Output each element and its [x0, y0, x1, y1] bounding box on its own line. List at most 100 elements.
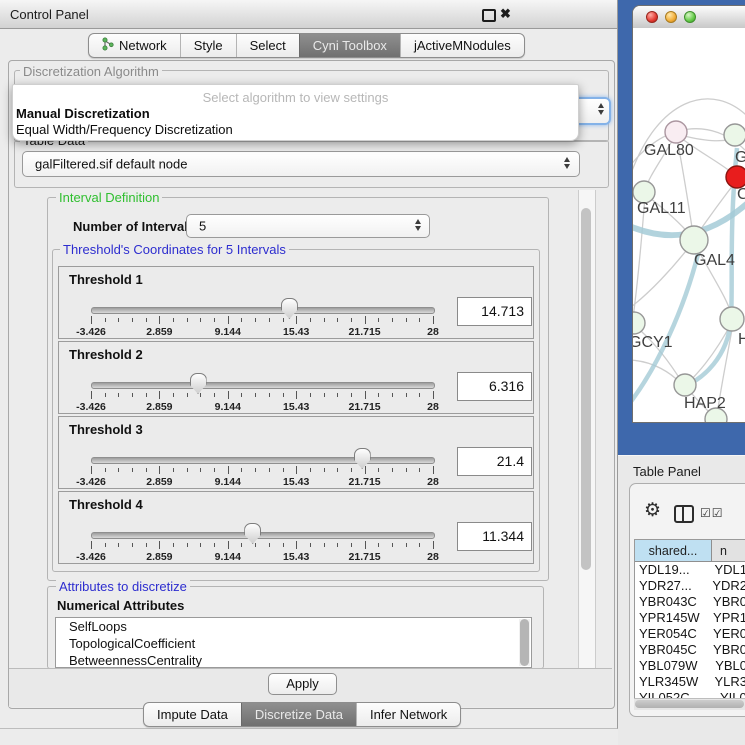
slider-tick	[310, 393, 311, 397]
table-row[interactable]: YDR27...YDR2	[635, 578, 745, 594]
cell-name[interactable]: YDR2	[704, 578, 745, 594]
node[interactable]	[724, 124, 745, 146]
tab-label: Cyni Toolbox	[313, 38, 387, 53]
table-row[interactable]: YBL079WYBL0	[635, 658, 745, 674]
tab-network[interactable]: Network	[89, 34, 180, 57]
number-of-intervals-combobox[interactable]: 5	[186, 214, 430, 238]
node-selected-red[interactable]	[726, 166, 745, 188]
float-window-icon[interactable]	[482, 9, 496, 22]
cell-name[interactable]: YBL0	[707, 658, 745, 674]
node-gal4[interactable]	[680, 226, 708, 254]
slider-track[interactable]	[91, 307, 435, 314]
slider-tick	[200, 543, 201, 547]
table-row[interactable]: YER054CYER0	[635, 626, 745, 642]
tab-select[interactable]: Select	[236, 34, 299, 57]
cell-name[interactable]: YPR1	[705, 610, 745, 626]
column-header-name[interactable]: n	[712, 540, 745, 561]
table-row[interactable]: YDL19...YDL1	[635, 562, 745, 578]
tab-jactivemnodules[interactable]: jActiveMNodules	[400, 34, 524, 57]
zoom-traffic-light-icon[interactable]	[684, 11, 696, 23]
threshold-value-field[interactable]: 14.713	[457, 297, 532, 326]
network-canvas[interactable]: GAL80 G C GAL11 GAL4 GCY1 H HAP2	[633, 28, 745, 422]
cell-name[interactable]: YBR0	[705, 642, 745, 658]
scrollbar-thumb[interactable]	[635, 700, 744, 708]
attribute-list-item[interactable]: BetweennessCentrality	[56, 652, 531, 668]
table-row[interactable]: YLR345WYLR3	[635, 674, 745, 690]
slider-tick	[296, 541, 297, 549]
scrollbar-thumb[interactable]	[520, 619, 529, 666]
table-row[interactable]: YBR043CYBR0	[635, 594, 745, 610]
tab-impute-data[interactable]: Impute Data	[144, 703, 241, 726]
discretization-algorithm-label: Discretization Algorithm	[20, 64, 162, 79]
attribute-list-item[interactable]: TopologicalCoefficient	[56, 635, 531, 652]
slider-tick	[324, 468, 325, 472]
close-traffic-light-icon[interactable]	[646, 11, 658, 23]
table-row[interactable]: YBR045CYBR0	[635, 642, 745, 658]
cell-shared-name[interactable]: YDL19...	[635, 562, 706, 578]
slider-tick	[296, 466, 297, 474]
slider-ticks	[91, 541, 433, 550]
columns-icon[interactable]	[674, 505, 694, 523]
table-data-combobox[interactable]: galFiltered.sif default node	[22, 151, 580, 177]
threshold-value-field[interactable]: 21.4	[457, 447, 532, 476]
slider-tick	[214, 468, 215, 472]
close-icon[interactable]: ✖	[500, 6, 511, 22]
node-gcy1[interactable]	[633, 312, 645, 334]
table-row[interactable]: YPR145WYPR1	[635, 610, 745, 626]
table-horizontal-scrollbar[interactable]	[634, 698, 745, 710]
tab-discretize-data[interactable]: Discretize Data	[241, 703, 356, 726]
node[interactable]	[720, 307, 744, 331]
cell-shared-name[interactable]: YDR27...	[635, 578, 704, 594]
slider-tick	[146, 318, 147, 322]
threshold-slider[interactable]: -3.4262.8599.14415.4321.71528	[91, 373, 433, 411]
dropdown-option-equal-width[interactable]: Equal Width/Frequency Discretization	[15, 122, 576, 137]
apply-button[interactable]: Apply	[268, 673, 337, 695]
tab-infer-network[interactable]: Infer Network	[356, 703, 460, 726]
select-columns-checkboxes-icon[interactable]: ☑☑	[700, 506, 724, 520]
slider-tick	[310, 468, 311, 472]
slider-tick	[228, 541, 229, 549]
cell-shared-name[interactable]: YER054C	[635, 626, 705, 642]
gear-icon[interactable]: ⚙	[644, 501, 661, 520]
slider-tick-label: 21.715	[349, 326, 381, 338]
column-header-shared-name[interactable]: shared...	[635, 540, 712, 561]
threshold-value-field[interactable]: 11.344	[457, 522, 532, 551]
cell-name[interactable]: YER0	[705, 626, 745, 642]
table-body[interactable]: YDL19...YDL1YDR27...YDR2YBR043CYBR0YPR14…	[635, 562, 745, 699]
slider-tick	[91, 316, 92, 324]
threshold-slider[interactable]: -3.4262.8599.14415.4321.71528	[91, 448, 433, 486]
cell-name[interactable]: YDL1	[706, 562, 745, 578]
tab-label: jActiveMNodules	[414, 38, 511, 53]
minimize-traffic-light-icon[interactable]	[665, 11, 677, 23]
node-gal80[interactable]	[665, 121, 687, 143]
slider-tick-labels: -3.4262.8599.14415.4321.71528	[91, 551, 433, 563]
attributes-scrollbar[interactable]	[519, 619, 530, 666]
tab-cyni-toolbox[interactable]: Cyni Toolbox	[299, 34, 400, 57]
scrollbar-thumb[interactable]	[581, 208, 591, 570]
dropdown-option-manual[interactable]: Manual Discretization	[15, 106, 576, 121]
threshold-slider[interactable]: -3.4262.8599.14415.4321.71528	[91, 298, 433, 336]
cell-shared-name[interactable]: YPR145W	[635, 610, 705, 626]
slider-tick-label: 28	[427, 326, 439, 338]
cell-shared-name[interactable]: YBR045C	[635, 642, 705, 658]
algorithm-dropdown-popup: Select algorithm to view settings Manual…	[12, 84, 579, 141]
slider-tick	[296, 391, 297, 399]
slider-tick-label: 9.144	[215, 551, 241, 563]
numerical-attributes-list[interactable]: SelfLoopsTopologicalCoefficientBetweenne…	[55, 617, 532, 668]
cell-name[interactable]: YBR0	[705, 594, 745, 610]
cell-name[interactable]: YLR3	[706, 674, 745, 690]
network-graph: GAL80 G C GAL11 GAL4 GCY1 H HAP2	[633, 28, 745, 422]
attribute-list-item[interactable]: SelfLoops	[56, 618, 531, 635]
control-panel-tabbar: Network Style Select Cyni Toolbox jActiv…	[88, 33, 525, 58]
tab-style[interactable]: Style	[180, 34, 236, 57]
slider-track[interactable]	[91, 382, 435, 389]
threshold-slider[interactable]: -3.4262.8599.14415.4321.71528	[91, 523, 433, 561]
cell-shared-name[interactable]: YLR345W	[635, 674, 706, 690]
cell-shared-name[interactable]: YBL079W	[635, 658, 707, 674]
settings-scrollbar[interactable]	[578, 190, 596, 668]
slider-track[interactable]	[91, 457, 435, 464]
cell-shared-name[interactable]: YBR043C	[635, 594, 705, 610]
threshold-value-field[interactable]: 6.316	[457, 372, 532, 401]
slider-track[interactable]	[91, 532, 435, 539]
node-hap2[interactable]	[674, 374, 696, 396]
